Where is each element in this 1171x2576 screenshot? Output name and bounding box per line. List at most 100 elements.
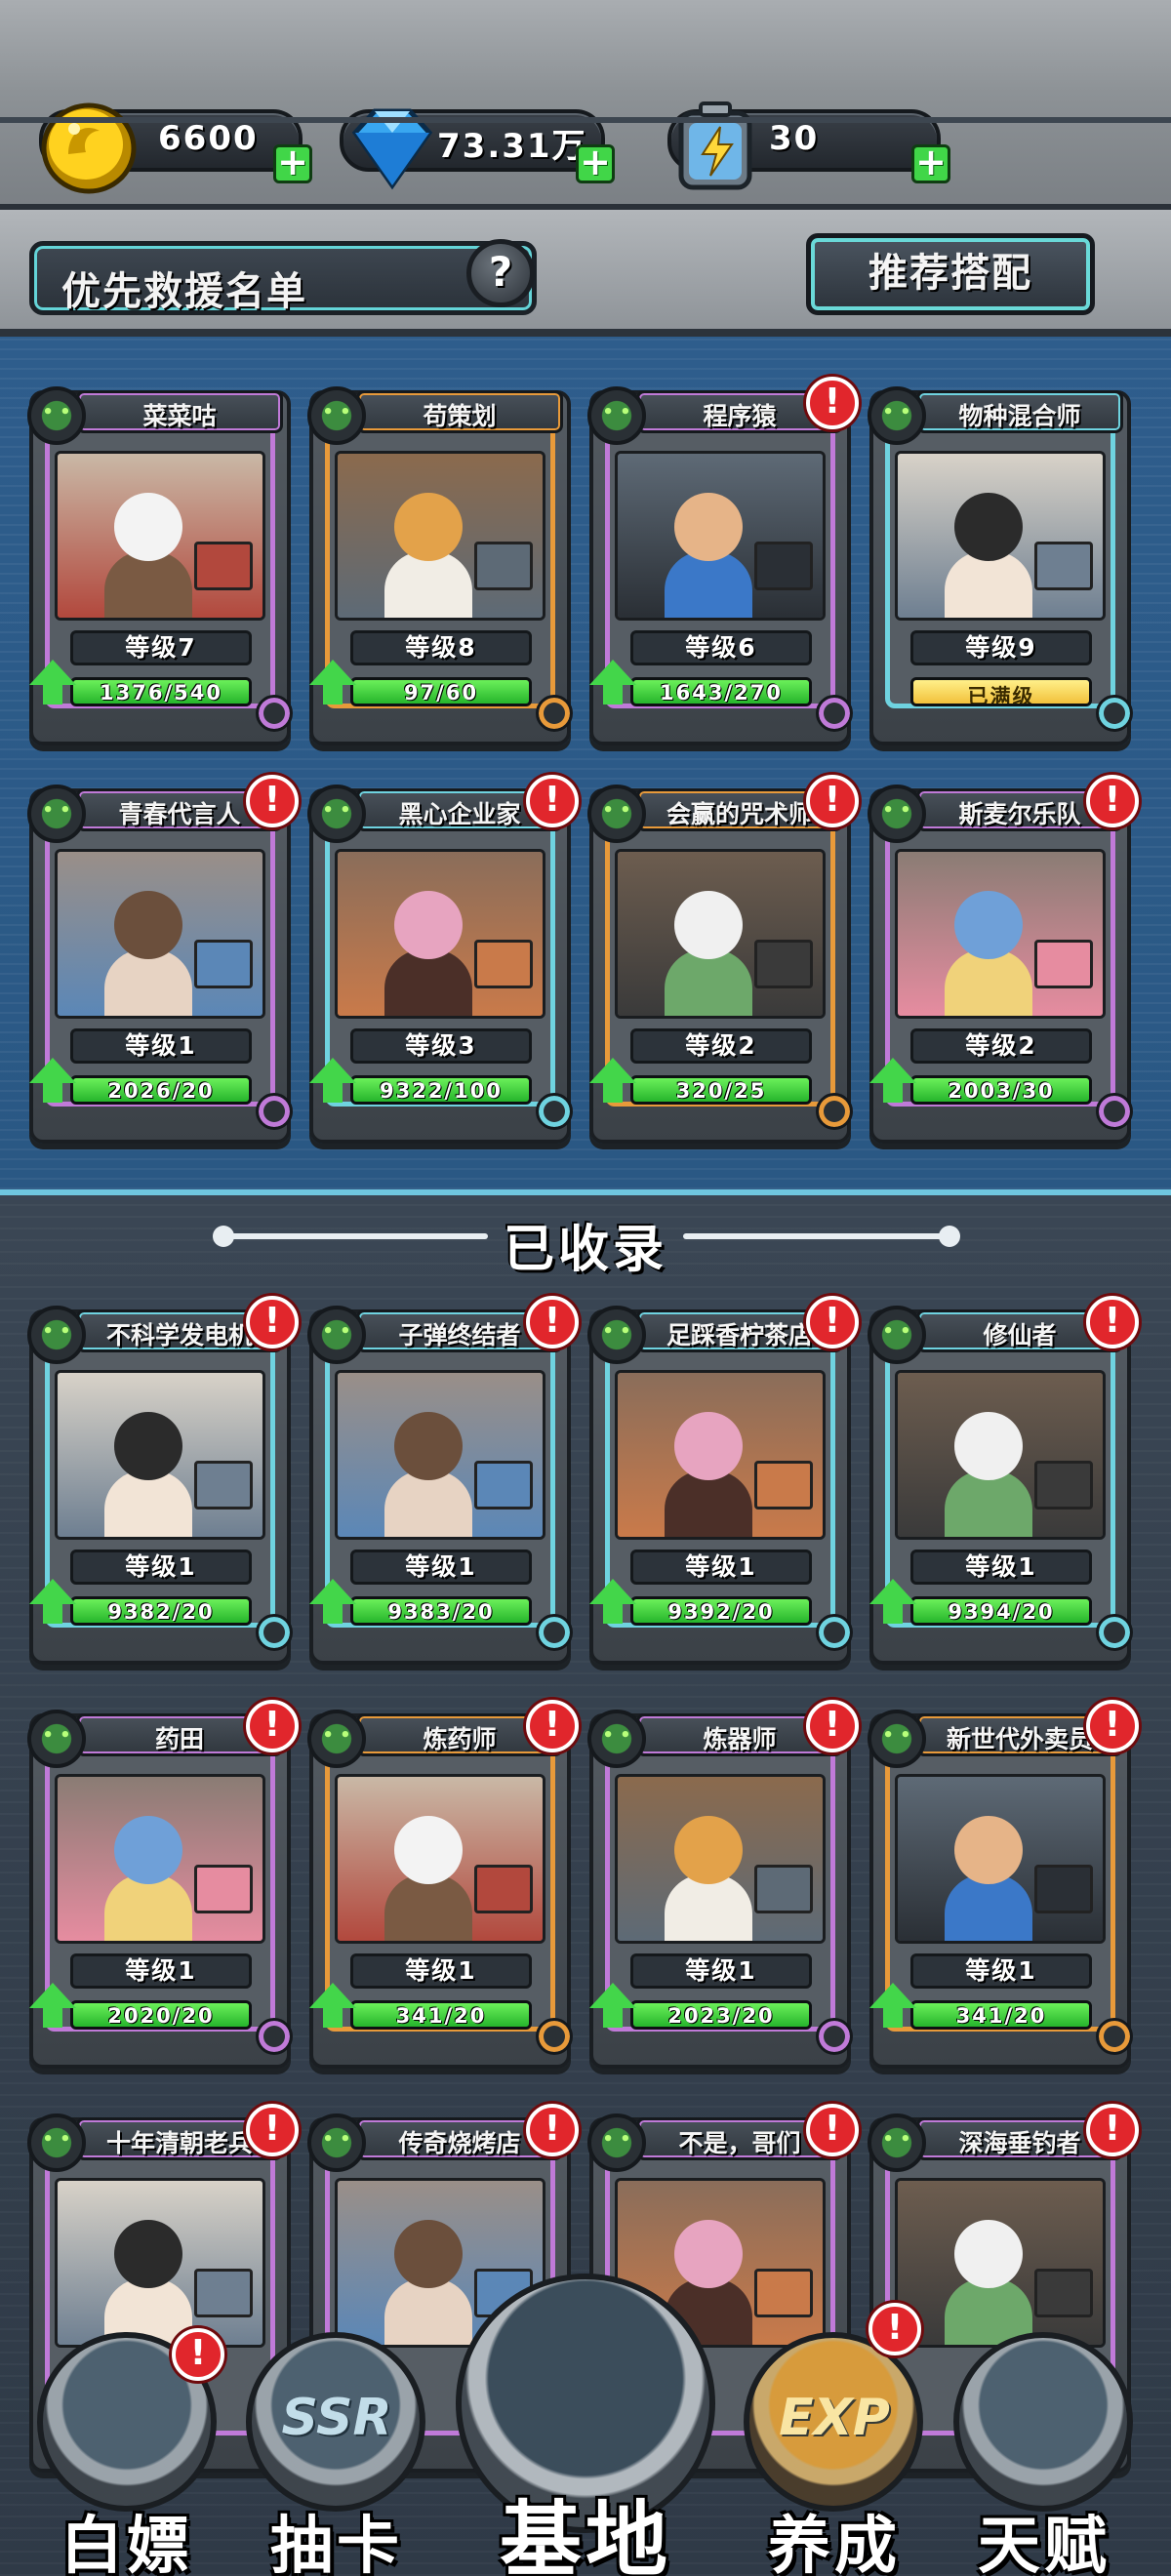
nav-gacha[interactable]: SSR 抽卡 [234, 2332, 439, 2576]
hero-type-badge-icon [587, 386, 646, 445]
hero-portrait [335, 849, 545, 1019]
upgrade-arrow-icon[interactable] [309, 1058, 356, 1103]
hero-name-bar: 苟策划 [356, 390, 563, 433]
hero-card[interactable]: 物种混合师等级9 已满级 [868, 386, 1133, 745]
hero-card[interactable]: 新世代外卖员等级1341/20! [868, 1700, 1139, 2069]
nav-upgrade-alert: ! [868, 2303, 921, 2355]
upgrade-arrow-icon[interactable] [29, 1058, 76, 1103]
diamond-value: 73.31万 [437, 127, 587, 166]
hero-progress-text: 9383/20 [387, 1600, 495, 1624]
hero-card[interactable]: 不科学发电机等级19382/20! [27, 1296, 299, 1665]
hero-card[interactable]: 苟策划等级8 97/60 [307, 386, 573, 745]
nav-upgrade-label: 养成 [768, 2511, 901, 2576]
nav-base[interactable]: 基地 [444, 2274, 727, 2576]
hero-type-badge-icon [27, 785, 86, 843]
upgrade-arrow-icon[interactable] [29, 1579, 76, 1624]
upgrade-arrow-icon[interactable] [309, 1579, 356, 1624]
card-corner-icon [256, 695, 293, 732]
add-coin-button[interactable]: + [273, 143, 312, 183]
energy-counter[interactable]: 30 + [667, 101, 950, 190]
hero-level: 等级1 [350, 1953, 532, 1989]
hero-progress-bar: 97/60 [350, 677, 532, 706]
hero-progress-bar: 9394/20 [910, 1596, 1092, 1626]
alert-badge: ! [806, 2104, 859, 2156]
resource-bar: 6600 + 73.31万 + 30 + [0, 0, 1171, 210]
upgrade-arrow-icon[interactable] [589, 1579, 636, 1624]
upgrade-arrow-icon[interactable] [589, 1058, 636, 1103]
card-corner-icon [1096, 1093, 1133, 1130]
hero-card[interactable]: 菜菜咕等级7 1376/540 [27, 386, 293, 745]
hero-type-badge-icon [27, 2113, 86, 2172]
hero-card[interactable]: 子弹终结者等级19383/20! [307, 1296, 579, 1665]
hero-level: 等级1 [630, 1550, 812, 1585]
hero-portrait [615, 451, 826, 621]
upgrade-arrow-icon[interactable] [869, 1579, 916, 1624]
hero-type-badge-icon [307, 2113, 366, 2172]
hero-portrait [615, 849, 826, 1019]
coin-counter[interactable]: 6600 + [39, 102, 312, 194]
nav-freebie[interactable]: 白嫖 ! [29, 2328, 224, 2576]
hero-progress-bar: 1376/540 [70, 677, 252, 706]
hero-type-badge-icon [307, 386, 366, 445]
hero-type-badge-icon [587, 2113, 646, 2172]
hero-level: 等级1 [630, 1953, 812, 1989]
add-energy-button[interactable]: + [911, 143, 950, 183]
hero-progress-bar: 320/25 [630, 1075, 812, 1105]
upgrade-arrow-icon[interactable] [869, 1058, 916, 1103]
hero-card[interactable]: 炼药师等级1341/20! [307, 1700, 579, 2069]
upgrade-arrow-icon[interactable] [869, 1983, 916, 2028]
nav-gacha-label: 抽卡 [270, 2511, 403, 2576]
upgrade-arrow-icon[interactable] [309, 660, 356, 704]
hero-card[interactable]: 程序猿等级61643/270! [587, 377, 859, 745]
hero-card[interactable]: 会赢的咒术师等级2320/25! [587, 775, 859, 1144]
diamond-counter[interactable]: 73.31万 + [340, 108, 615, 190]
hero-type-badge-icon [587, 1710, 646, 1768]
hero-level: 等级8 [350, 630, 532, 665]
upgrade-arrow-icon[interactable] [589, 1983, 636, 2028]
hero-card[interactable]: 炼器师等级12023/20! [587, 1700, 859, 2069]
hero-portrait [55, 849, 265, 1019]
hero-portrait [615, 1370, 826, 1540]
alert-badge: ! [526, 1296, 579, 1348]
hero-portrait [335, 1774, 545, 1944]
alert-badge: ! [526, 2104, 579, 2156]
hero-portrait [895, 1774, 1106, 1944]
alert-badge: ! [1086, 775, 1139, 827]
rescue-list-tab[interactable]: 优先救援名单 [29, 241, 537, 315]
alert-badge: ! [246, 1296, 299, 1348]
nav-talent-label: 天赋 [978, 2511, 1110, 2576]
upgrade-arrow-icon[interactable] [589, 660, 636, 704]
hero-progress-bar: 341/20 [350, 2000, 532, 2030]
help-button[interactable]: ? [466, 239, 535, 307]
alert-badge: ! [526, 775, 579, 827]
nav-gacha-glyph: SSR [281, 2389, 392, 2447]
hero-type-badge-icon [587, 785, 646, 843]
hero-progress-text: 341/20 [395, 2004, 487, 2028]
nav-talent[interactable]: 天赋 [942, 2332, 1147, 2576]
card-corner-icon [536, 2018, 573, 2055]
hero-card[interactable]: 斯麦尔乐队等级22003/30! [868, 775, 1139, 1144]
recommend-button[interactable]: 推荐搭配 [806, 233, 1095, 315]
card-corner-icon [536, 695, 573, 732]
hero-type-badge-icon [868, 1710, 926, 1768]
coin-icon [41, 102, 137, 194]
upgrade-arrow-icon[interactable] [309, 1983, 356, 2028]
hero-card[interactable]: 青春代言人等级12026/20! [27, 775, 299, 1144]
hero-card[interactable]: 药田等级12020/20! [27, 1700, 299, 2069]
add-diamond-button[interactable]: + [576, 143, 615, 183]
nav-freebie-label: 白嫖 [61, 2511, 193, 2576]
hero-type-badge-icon [868, 1306, 926, 1364]
battery-icon [678, 101, 752, 190]
upgrade-arrow-icon[interactable] [29, 1983, 76, 2028]
alert-badge: ! [246, 1700, 299, 1752]
alert-badge: ! [806, 377, 859, 429]
hero-card[interactable]: 黑心企业家等级39322/100! [307, 775, 579, 1144]
hero-progress-text: 1643/270 [660, 681, 783, 704]
hero-type-badge-icon [307, 1710, 366, 1768]
nav-upgrade[interactable]: EXP 养成 ! [732, 2303, 937, 2576]
hero-card[interactable]: 修仙者等级19394/20! [868, 1296, 1139, 1665]
hero-card[interactable]: 足踩香柠茶店等级19392/20! [587, 1296, 859, 1665]
upgrade-arrow-icon[interactable] [29, 660, 76, 704]
diamond-icon [351, 108, 433, 190]
header: 优先救援名单 ? 推荐搭配 [0, 210, 1171, 337]
